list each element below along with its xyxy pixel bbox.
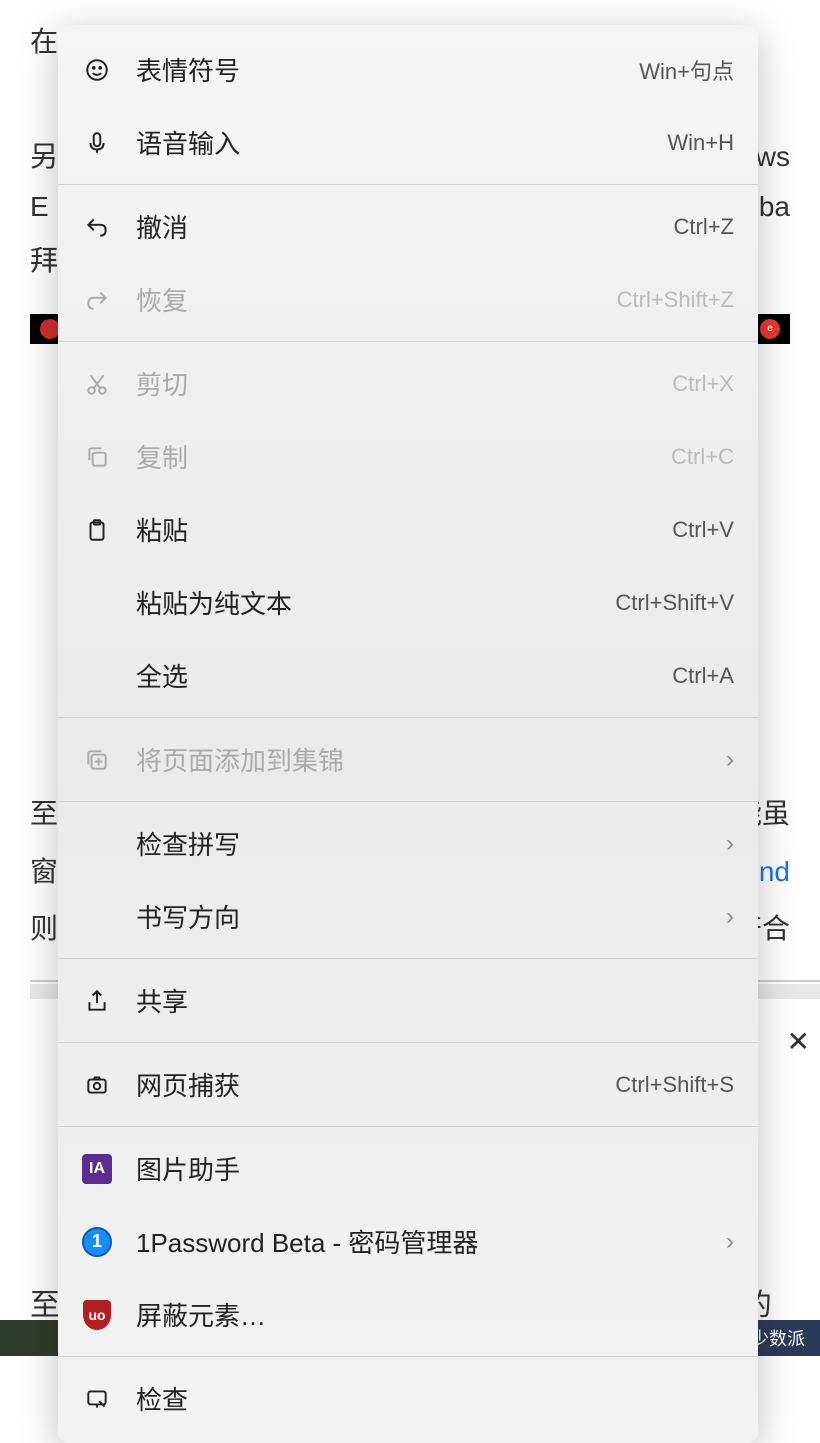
menu-item-1password[interactable]: 1 1Password Beta - 密码管理器 › <box>58 1205 758 1278</box>
redo-icon <box>82 285 112 315</box>
menu-divider <box>58 958 758 959</box>
blank-icon <box>82 588 112 618</box>
menu-label: 粘贴为纯文本 <box>136 584 615 621</box>
mic-icon <box>82 128 112 158</box>
menu-shortcut: Ctrl+Shift+S <box>615 1072 734 1098</box>
menu-label: 语音输入 <box>136 124 667 161</box>
menu-item-collections: 将页面添加到集锦 › <box>58 723 758 796</box>
menu-shortcut: Ctrl+Shift+V <box>615 590 734 616</box>
menu-item-redo: 恢复 Ctrl+Shift+Z <box>58 263 758 336</box>
extension-ublock-icon: uo <box>82 1300 112 1330</box>
bg-text: 另 <box>30 135 58 180</box>
menu-item-voice[interactable]: 语音输入 Win+H <box>58 106 758 179</box>
capture-icon <box>82 1070 112 1100</box>
menu-shortcut: Ctrl+V <box>672 517 734 543</box>
blank-icon <box>82 661 112 691</box>
close-icon[interactable]: ✕ <box>787 1025 810 1058</box>
menu-label: 复制 <box>136 438 671 475</box>
menu-shortcut: Ctrl+X <box>672 371 734 397</box>
menu-item-share[interactable]: 共享 <box>58 964 758 1037</box>
context-menu: 表情符号 Win+句点 语音输入 Win+H 撤消 Ctrl+Z 恢复 Ctrl… <box>58 25 758 1443</box>
menu-label: 网页捕获 <box>136 1066 615 1103</box>
menu-divider <box>58 1042 758 1043</box>
paste-icon <box>82 515 112 545</box>
menu-label: 撤消 <box>136 208 674 245</box>
menu-item-emoji[interactable]: 表情符号 Win+句点 <box>58 33 758 106</box>
menu-item-writing-direction[interactable]: 书写方向 › <box>58 880 758 953</box>
menu-label: 全选 <box>136 657 672 694</box>
menu-label: 屏蔽元素… <box>136 1296 734 1333</box>
menu-divider <box>58 1356 758 1357</box>
share-icon <box>82 986 112 1016</box>
menu-item-image-assistant[interactable]: IA 图片助手 <box>58 1132 758 1205</box>
menu-shortcut: Win+H <box>667 130 734 156</box>
menu-item-select-all[interactable]: 全选 Ctrl+A <box>58 639 758 712</box>
menu-label: 检查拼写 <box>136 825 726 862</box>
cut-icon <box>82 369 112 399</box>
blank-icon <box>82 829 112 859</box>
emoji-icon <box>82 55 112 85</box>
menu-label: 图片助手 <box>136 1150 734 1187</box>
menu-shortcut: Ctrl+Z <box>674 214 735 240</box>
copy-icon <box>82 442 112 472</box>
undo-icon <box>82 212 112 242</box>
menu-label: 检查 <box>136 1380 734 1417</box>
menu-label: 表情符号 <box>136 51 639 88</box>
bg-text: E <box>30 185 49 230</box>
menu-item-cut: 剪切 Ctrl+X <box>58 347 758 420</box>
menu-divider <box>58 801 758 802</box>
menu-item-ublock[interactable]: uo 屏蔽元素… <box>58 1278 758 1351</box>
collections-icon <box>82 745 112 775</box>
menu-item-spellcheck[interactable]: 检查拼写 › <box>58 807 758 880</box>
extension-ia-icon: IA <box>82 1154 112 1184</box>
extension-1password-icon: 1 <box>82 1227 112 1257</box>
chevron-right-icon: › <box>726 746 734 774</box>
menu-label: 书写方向 <box>136 898 726 935</box>
menu-divider <box>58 717 758 718</box>
chevron-right-icon: › <box>726 1228 734 1256</box>
menu-shortcut: Ctrl+Shift+Z <box>617 287 734 313</box>
menu-label: 将页面添加到集锦 <box>136 741 726 778</box>
menu-divider <box>58 341 758 342</box>
menu-label: 1Password Beta - 密码管理器 <box>136 1223 726 1260</box>
menu-item-undo[interactable]: 撤消 Ctrl+Z <box>58 190 758 263</box>
menu-shortcut: Ctrl+A <box>672 663 734 689</box>
menu-shortcut: Win+句点 <box>639 54 734 86</box>
menu-label: 剪切 <box>136 365 672 402</box>
menu-item-copy: 复制 Ctrl+C <box>58 420 758 493</box>
menu-item-inspect[interactable]: 检查 <box>58 1362 758 1435</box>
menu-item-paste-plain[interactable]: 粘贴为纯文本 Ctrl+Shift+V <box>58 566 758 639</box>
menu-label: 粘贴 <box>136 511 672 548</box>
chevron-right-icon: › <box>726 830 734 858</box>
menu-shortcut: Ctrl+C <box>671 444 734 470</box>
menu-item-paste[interactable]: 粘贴 Ctrl+V <box>58 493 758 566</box>
menu-label: 恢复 <box>136 281 617 318</box>
chevron-right-icon: › <box>726 903 734 931</box>
blank-icon <box>82 902 112 932</box>
menu-divider <box>58 184 758 185</box>
menu-item-web-capture[interactable]: 网页捕获 Ctrl+Shift+S <box>58 1048 758 1121</box>
inspect-icon <box>82 1384 112 1414</box>
menu-label: 共享 <box>136 982 734 1019</box>
menu-divider <box>58 1126 758 1127</box>
